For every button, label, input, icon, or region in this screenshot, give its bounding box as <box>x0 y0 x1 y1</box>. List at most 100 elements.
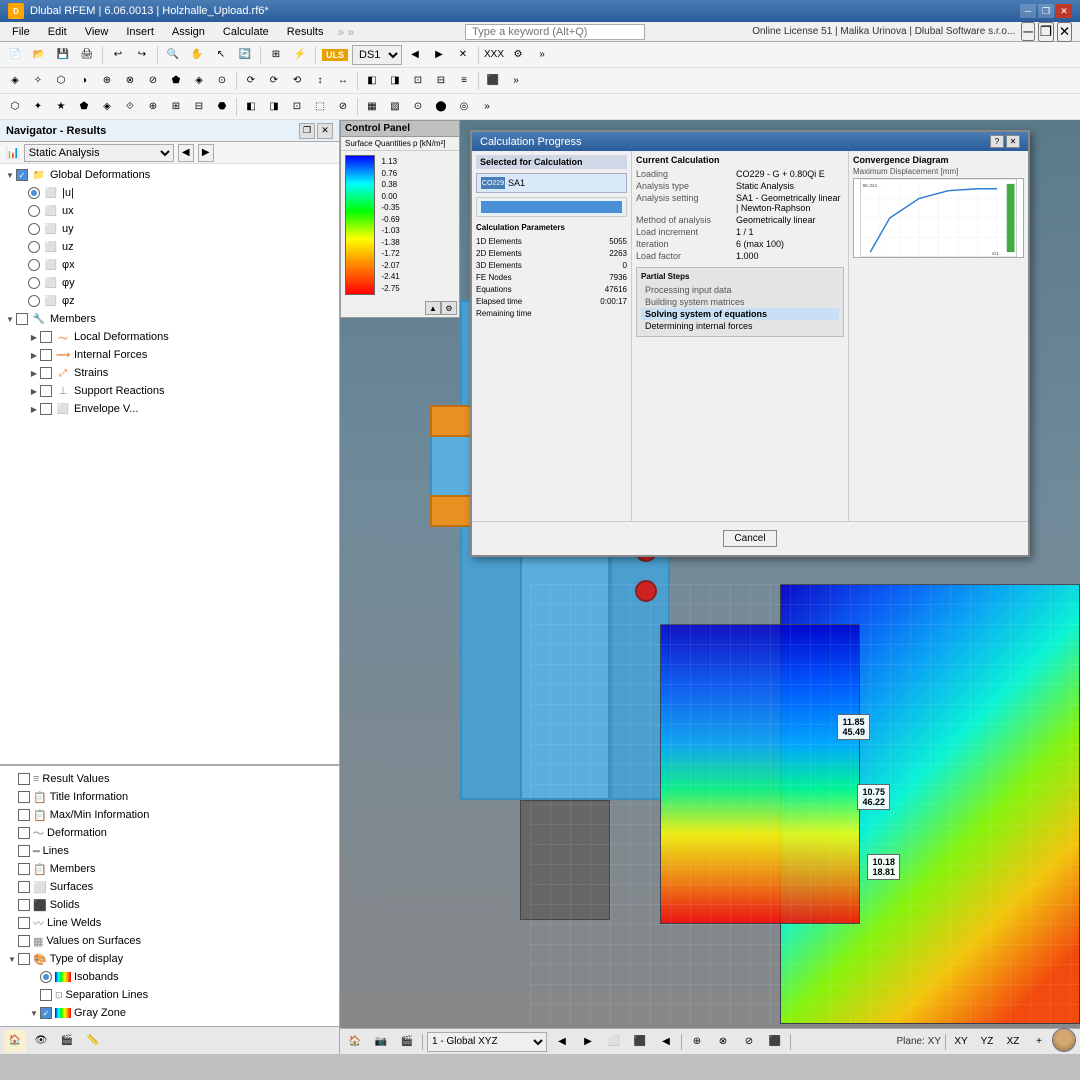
status-nav-1[interactable]: ◀ <box>551 1031 573 1053</box>
check-local-deformations[interactable] <box>40 331 52 343</box>
tb2-10[interactable]: ⊙ <box>211 70 233 92</box>
radio-ux[interactable] <box>28 205 40 217</box>
license-restore[interactable]: ─ <box>1021 22 1034 41</box>
status-axis-1[interactable]: XY <box>950 1031 972 1053</box>
tb-next[interactable]: ▶ <box>428 44 450 66</box>
tb3-20[interactable]: ◎ <box>453 96 475 118</box>
tb-more[interactable]: » <box>531 44 553 66</box>
status-layout-2[interactable]: ⬛ <box>629 1031 651 1053</box>
tb-mark[interactable]: ✕ <box>452 44 474 66</box>
expand-internal-forces[interactable] <box>28 349 40 361</box>
tb2-18[interactable]: ⊡ <box>407 70 429 92</box>
bottom-surfaces[interactable]: ⬜ Surfaces <box>0 878 339 896</box>
check-line-welds[interactable] <box>18 917 30 929</box>
bottom-isobands[interactable]: Isobands <box>0 968 339 986</box>
tb2-14[interactable]: ↕ <box>309 70 331 92</box>
tb-rotate[interactable]: 🔄 <box>234 44 256 66</box>
check-members-bottom[interactable] <box>18 863 30 875</box>
radio-isobands[interactable] <box>40 971 52 983</box>
status-icon-4[interactable]: ⬛ <box>764 1031 786 1053</box>
tb2-20[interactable]: ≡ <box>453 70 475 92</box>
status-icon-1[interactable]: ⊕ <box>686 1031 708 1053</box>
status-icon-3[interactable]: ⊘ <box>738 1031 760 1053</box>
status-axis-3[interactable]: XZ <box>1002 1031 1024 1053</box>
restore-button[interactable]: ❐ <box>1038 4 1054 18</box>
tb3-18[interactable]: ⊙ <box>407 96 429 118</box>
tree-item-members[interactable]: 🔧 Members <box>0 310 339 328</box>
check-type-display[interactable] <box>18 953 30 965</box>
close-button[interactable]: ✕ <box>1056 4 1072 18</box>
check-gray-zone[interactable] <box>40 1007 52 1019</box>
tb3-5[interactable]: ◈ <box>96 96 118 118</box>
status-camera-btn[interactable]: 📷 <box>370 1031 392 1053</box>
cp-expand-btn[interactable]: ▲ <box>425 301 441 315</box>
tb2-21[interactable]: ⬛ <box>482 70 504 92</box>
tb2-8[interactable]: ⬟ <box>165 70 187 92</box>
tb-undo[interactable]: ↩ <box>107 44 129 66</box>
tb3-1[interactable]: ⬡ <box>4 96 26 118</box>
tree-item-global-deformations[interactable]: 📁 Global Deformations <box>0 166 339 184</box>
tb2-3[interactable]: ⬡ <box>50 70 72 92</box>
tb-select[interactable]: ↖ <box>210 44 232 66</box>
status-home-btn[interactable]: 🏠 <box>344 1031 366 1053</box>
bottom-gray-zone[interactable]: Gray Zone <box>0 1004 339 1022</box>
menu-edit[interactable]: Edit <box>40 24 75 40</box>
expand-gray-zone[interactable] <box>28 1007 40 1019</box>
tb3-11[interactable]: ◧ <box>240 96 262 118</box>
radio-u-abs[interactable] <box>28 187 40 199</box>
tree-item-phix[interactable]: ⬜ φx <box>0 256 339 274</box>
view-combo[interactable]: 1 - Global XYZ <box>427 1032 547 1052</box>
tb2-12[interactable]: ⟳ <box>263 70 285 92</box>
tb3-17[interactable]: ▧ <box>384 96 406 118</box>
status-icon-2[interactable]: ⊗ <box>712 1031 734 1053</box>
check-support-reactions[interactable] <box>40 385 52 397</box>
check-surfaces[interactable] <box>18 881 30 893</box>
status-film-btn[interactable]: 🎬 <box>396 1031 418 1053</box>
tb-settings[interactable]: ⚙ <box>507 44 529 66</box>
tb2-13[interactable]: ⟲ <box>286 70 308 92</box>
license-max[interactable]: ❐ <box>1038 22 1054 42</box>
tb-pan[interactable]: ✋ <box>186 44 208 66</box>
dialog-help-btn[interactable]: ? <box>990 135 1004 148</box>
bottom-type-display[interactable]: 🎨 Type of display <box>0 950 339 968</box>
bottom-title-info[interactable]: 📋 Title Information <box>0 788 339 806</box>
tb-redo[interactable]: ↪ <box>131 44 153 66</box>
bottom-result-values[interactable]: ≡ Result Values <box>0 770 339 788</box>
status-nav-2[interactable]: ▶ <box>577 1031 599 1053</box>
bottom-members[interactable]: 📋 Members <box>0 860 339 878</box>
tb-zoom[interactable]: 🔍 <box>162 44 184 66</box>
search-input[interactable] <box>465 24 645 40</box>
tb3-6[interactable]: ⟐ <box>119 96 141 118</box>
check-title-info[interactable] <box>18 791 30 803</box>
tree-item-phiz[interactable]: ⬜ φz <box>0 292 339 310</box>
minimize-button[interactable]: ─ <box>1020 4 1036 18</box>
tb2-6[interactable]: ⊗ <box>119 70 141 92</box>
nav-btn-home[interactable]: 🏠 <box>4 1030 26 1052</box>
tb3-9[interactable]: ⊟ <box>188 96 210 118</box>
expand-global-deformations[interactable] <box>4 169 16 181</box>
tb2-11[interactable]: ⟳ <box>240 70 262 92</box>
tree-item-local-deformations[interactable]: 〜 Local Deformations <box>0 328 339 346</box>
menu-calculate[interactable]: Calculate <box>215 24 277 40</box>
tree-item-phiy[interactable]: ⬜ φy <box>0 274 339 292</box>
menu-results[interactable]: Results <box>279 24 332 40</box>
tb-calc[interactable]: ⚡ <box>289 44 311 66</box>
tree-item-envelope[interactable]: ⬜ Envelope V... <box>0 400 339 418</box>
tb-new[interactable]: 📄 <box>4 44 26 66</box>
tb3-13[interactable]: ⊡ <box>286 96 308 118</box>
tb3-8[interactable]: ⊞ <box>165 96 187 118</box>
tree-item-support-reactions[interactable]: ⊥ Support Reactions <box>0 382 339 400</box>
tb-ds-combo[interactable]: DS1 <box>352 45 402 65</box>
license-close[interactable]: ✕ <box>1057 22 1072 42</box>
radio-phiz[interactable] <box>28 295 40 307</box>
tb3-12[interactable]: ◨ <box>263 96 285 118</box>
menu-insert[interactable]: Insert <box>118 24 162 40</box>
radio-phix[interactable] <box>28 259 40 271</box>
status-zoom-in[interactable]: + <box>1028 1031 1050 1053</box>
radio-uy[interactable] <box>28 223 40 235</box>
check-result-values[interactable] <box>18 773 30 785</box>
dialog-close-btn[interactable]: ✕ <box>1006 135 1020 148</box>
tb2-19[interactable]: ⊟ <box>430 70 452 92</box>
tb3-10[interactable]: ⬣ <box>211 96 233 118</box>
expand-support-reactions[interactable] <box>28 385 40 397</box>
